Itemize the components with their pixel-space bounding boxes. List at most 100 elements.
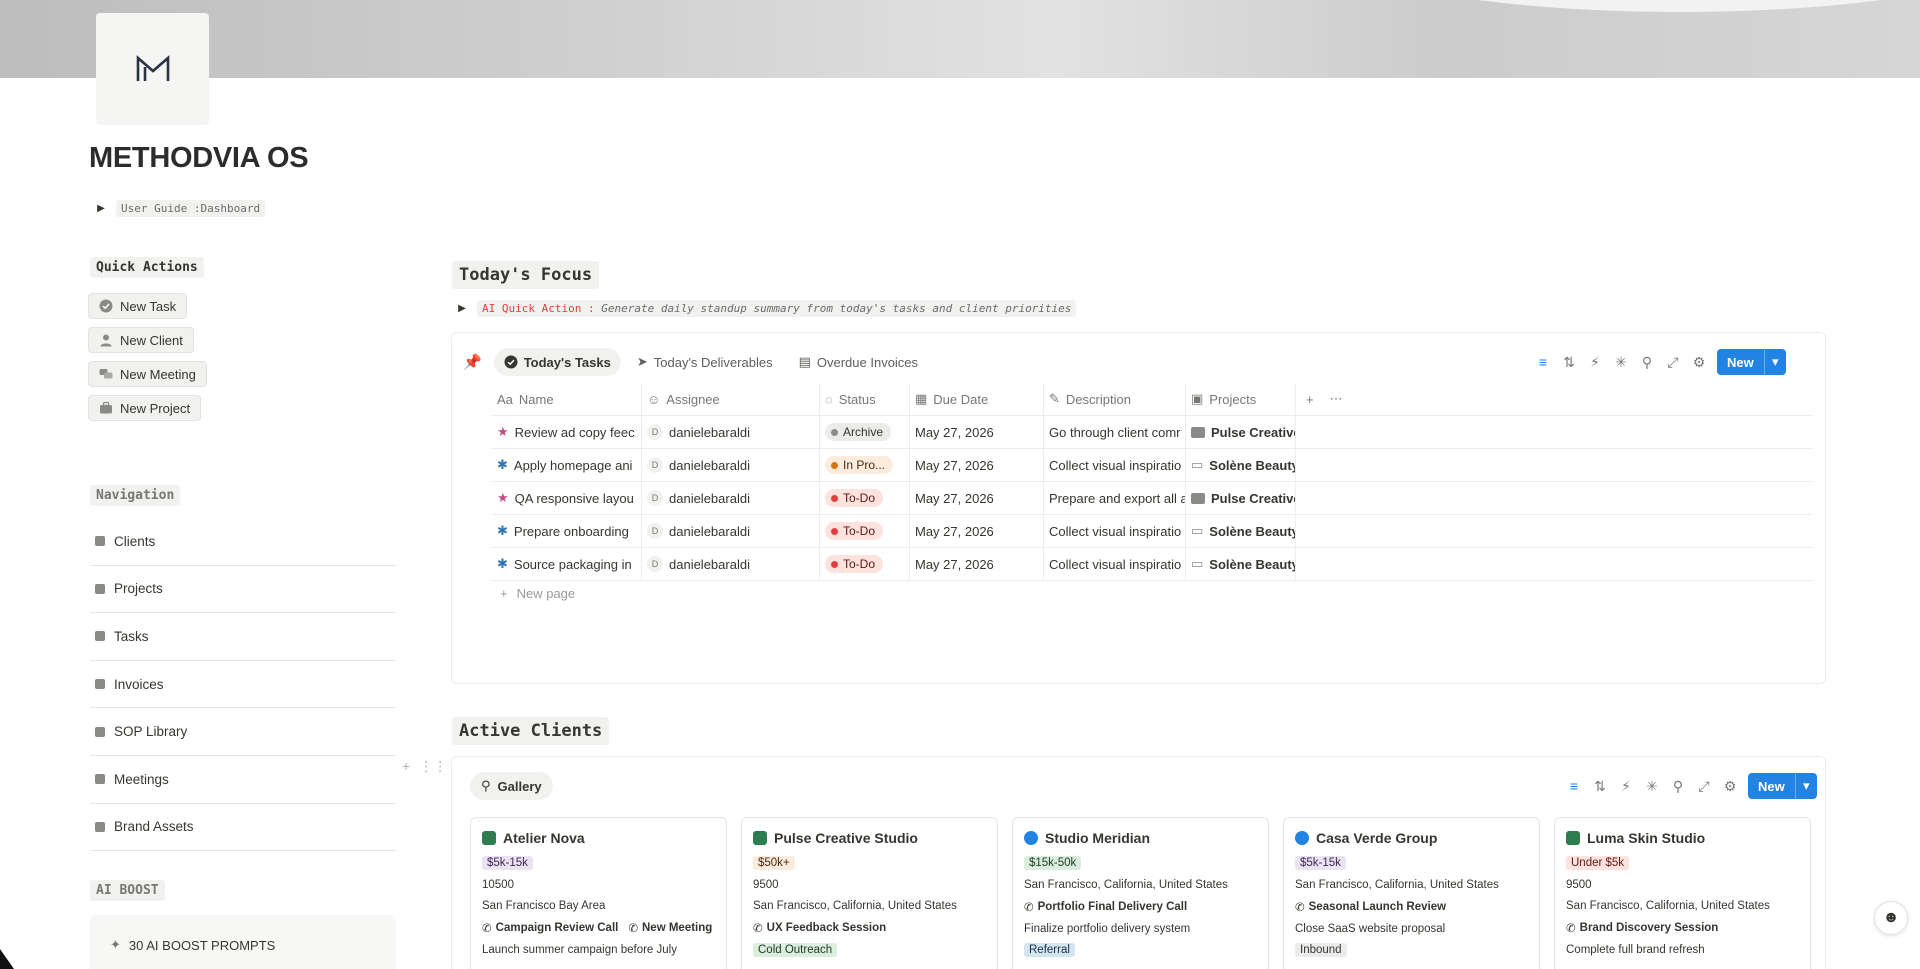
tab-todays-deliverables[interactable]: ➤ Today's Deliverables <box>627 348 783 376</box>
row-name-cell[interactable]: ★ QA responsive layou <box>492 482 642 514</box>
meeting-link[interactable]: ✆ Campaign Review Call <box>482 921 618 935</box>
row-description-cell[interactable]: Go through client comr <box>1044 416 1186 448</box>
new-meeting-button[interactable]: New Meeting <box>88 361 207 387</box>
nav-item-brand-assets[interactable]: Brand Assets <box>90 804 396 852</box>
nav-item-tasks[interactable]: Tasks <box>90 613 396 661</box>
ai-autofill-icon[interactable]: ✳ <box>1613 354 1629 370</box>
client-card[interactable]: Studio Meridian $15k-50k San Francisco, … <box>1012 817 1269 969</box>
filter-icon[interactable]: ≡ <box>1535 354 1551 370</box>
column-header-name[interactable]: Aa Name <box>492 383 642 415</box>
add-property-icon[interactable]: + <box>1306 392 1314 407</box>
table-row[interactable]: ★ Review ad copy feec Ddanielebaraldi Arc… <box>492 416 1812 449</box>
more-options-icon[interactable]: ⋯ <box>1330 391 1343 407</box>
search-icon[interactable]: ⚲ <box>1639 354 1655 370</box>
row-name-cell[interactable]: ★ Review ad copy feec <box>492 416 642 448</box>
filter-icon[interactable]: ≡ <box>1566 778 1582 794</box>
search-icon[interactable]: ⚲ <box>1670 778 1686 794</box>
client-card[interactable]: Luma Skin Studio Under $5k 9500 San Fran… <box>1554 817 1811 969</box>
row-project-cell[interactable]: ▭ Solène Beauty <box>1186 515 1296 547</box>
meeting-link[interactable]: ✆ New Meeting <box>628 921 712 935</box>
ai-boost-prompts-link[interactable]: ✦ 30 AI BOOST PROMPTS <box>90 915 396 969</box>
automation-icon[interactable]: ⚡ <box>1587 354 1603 370</box>
nav-item-clients[interactable]: Clients <box>90 518 396 566</box>
row-project-cell[interactable]: ▭ Solène Beauty <box>1186 449 1296 481</box>
user-guide-toggle[interactable]: ▶ User Guide :Dashboard <box>94 200 266 217</box>
nav-item-invoices[interactable]: Invoices <box>90 661 396 709</box>
row-status-cell[interactable]: To-Do <box>820 515 910 547</box>
new-button-label[interactable]: New <box>1717 349 1764 375</box>
row-project-cell[interactable]: Pulse Creative <box>1186 416 1296 448</box>
column-header-description[interactable]: ✎ Description <box>1044 383 1186 415</box>
client-card[interactable]: Atelier Nova $5k-15k 10500 San Francisco… <box>470 817 727 969</box>
row-assignee-cell[interactable]: Ddanielebaraldi <box>642 548 820 580</box>
row-name-cell[interactable]: ✱ Source packaging in <box>492 548 642 580</box>
pin-icon[interactable]: 📌 <box>463 353 482 371</box>
new-client-button[interactable]: New Client <box>88 327 194 353</box>
new-task-button[interactable]: New Task <box>88 293 188 319</box>
row-name-cell[interactable]: ✱ Prepare onboarding <box>492 515 642 547</box>
ai-assistant-button[interactable]: ☻ <box>1874 901 1908 935</box>
table-row[interactable]: ✱ Apply homepage ani Ddanielebaraldi In P… <box>492 449 1812 482</box>
row-status-cell[interactable]: Archive <box>820 416 910 448</box>
column-header-assignee[interactable]: ☺ Assignee <box>642 383 820 415</box>
chevron-down-icon[interactable]: ▾ <box>1794 773 1817 799</box>
row-due-cell[interactable]: May 27, 2026 <box>910 449 1044 481</box>
row-assignee-cell[interactable]: Ddanielebaraldi <box>642 515 820 547</box>
table-row[interactable]: ★ QA responsive layou Ddanielebaraldi To-… <box>492 482 1812 515</box>
row-description-cell[interactable]: Collect visual inspiratio <box>1044 515 1186 547</box>
nav-item-projects[interactable]: Projects <box>90 566 396 614</box>
row-assignee-cell[interactable]: Ddanielebaraldi <box>642 416 820 448</box>
ai-autofill-icon[interactable]: ✳ <box>1644 778 1660 794</box>
nav-item-sop-library[interactable]: SOP Library <box>90 708 396 756</box>
row-due-cell[interactable]: May 27, 2026 <box>910 416 1044 448</box>
row-status-cell[interactable]: In Pro... <box>820 449 910 481</box>
new-button-label[interactable]: New <box>1748 773 1795 799</box>
row-description-cell[interactable]: Prepare and export all a <box>1044 482 1186 514</box>
expand-icon[interactable]: ⤢ <box>1696 778 1712 794</box>
chevron-down-icon[interactable]: ▾ <box>1763 349 1786 375</box>
new-page-button[interactable]: + New page <box>500 586 575 601</box>
page-logo[interactable] <box>96 13 209 125</box>
row-assignee-cell[interactable]: Ddanielebaraldi <box>642 482 820 514</box>
row-assignee-cell[interactable]: Ddanielebaraldi <box>642 449 820 481</box>
toggle-arrow-icon[interactable]: ▶ <box>455 303 469 314</box>
ai-quick-action-toggle[interactable]: ▶ AI Quick Action : Generate daily stand… <box>455 300 1077 317</box>
row-project-cell[interactable]: ▭ Solène Beauty <box>1186 548 1296 580</box>
nav-item-meetings[interactable]: Meetings <box>90 756 396 804</box>
drag-handle-icon[interactable]: ⋮⋮ <box>419 758 447 775</box>
settings-icon[interactable]: ⚙ <box>1722 778 1738 794</box>
client-card[interactable]: Pulse Creative Studio $50k+ 9500 San Fra… <box>741 817 998 969</box>
row-status-cell[interactable]: To-Do <box>820 482 910 514</box>
automation-icon[interactable]: ⚡ <box>1618 778 1634 794</box>
row-name-cell[interactable]: ✱ Apply homepage ani <box>492 449 642 481</box>
tab-gallery[interactable]: ⚲ Gallery <box>470 772 553 800</box>
column-header-projects[interactable]: ▣ Projects <box>1186 383 1296 415</box>
row-description-cell[interactable]: Collect visual inspiratio <box>1044 548 1186 580</box>
meeting-link[interactable]: ✆ Brand Discovery Session <box>1566 921 1718 935</box>
column-header-due-date[interactable]: ▦ Due Date <box>910 383 1044 415</box>
toggle-arrow-icon[interactable]: ▶ <box>94 203 108 214</box>
table-row[interactable]: ✱ Source packaging in Ddanielebaraldi To-… <box>492 548 1812 581</box>
new-project-button[interactable]: New Project <box>88 395 202 421</box>
sort-icon[interactable]: ⇅ <box>1592 778 1608 794</box>
meeting-link[interactable]: ✆ UX Feedback Session <box>753 921 886 935</box>
column-header-status[interactable]: ◌ Status <box>820 383 910 415</box>
settings-icon[interactable]: ⚙ <box>1691 354 1707 370</box>
expand-icon[interactable]: ⤢ <box>1665 354 1681 370</box>
row-due-cell[interactable]: May 27, 2026 <box>910 548 1044 580</box>
new-client-split-button[interactable]: New ▾ <box>1748 773 1817 799</box>
row-description-cell[interactable]: Collect visual inspiratio <box>1044 449 1186 481</box>
tab-todays-tasks[interactable]: Today's Tasks <box>493 348 621 376</box>
row-status-cell[interactable]: To-Do <box>820 548 910 580</box>
new-task-split-button[interactable]: New ▾ <box>1717 349 1786 375</box>
add-block-icon[interactable]: + <box>402 758 410 775</box>
sort-icon[interactable]: ⇅ <box>1561 354 1577 370</box>
tab-overdue-invoices[interactable]: ▤ Overdue Invoices <box>789 348 928 376</box>
meeting-link[interactable]: ✆ Seasonal Launch Review <box>1295 900 1446 914</box>
meeting-link[interactable]: ✆ Portfolio Final Delivery Call <box>1024 900 1187 914</box>
client-card[interactable]: Casa Verde Group $5k-15k San Francisco, … <box>1283 817 1540 969</box>
row-due-cell[interactable]: May 27, 2026 <box>910 515 1044 547</box>
row-due-cell[interactable]: May 27, 2026 <box>910 482 1044 514</box>
table-row[interactable]: ✱ Prepare onboarding Ddanielebaraldi To-D… <box>492 515 1812 548</box>
row-project-cell[interactable]: Pulse Creative <box>1186 482 1296 514</box>
